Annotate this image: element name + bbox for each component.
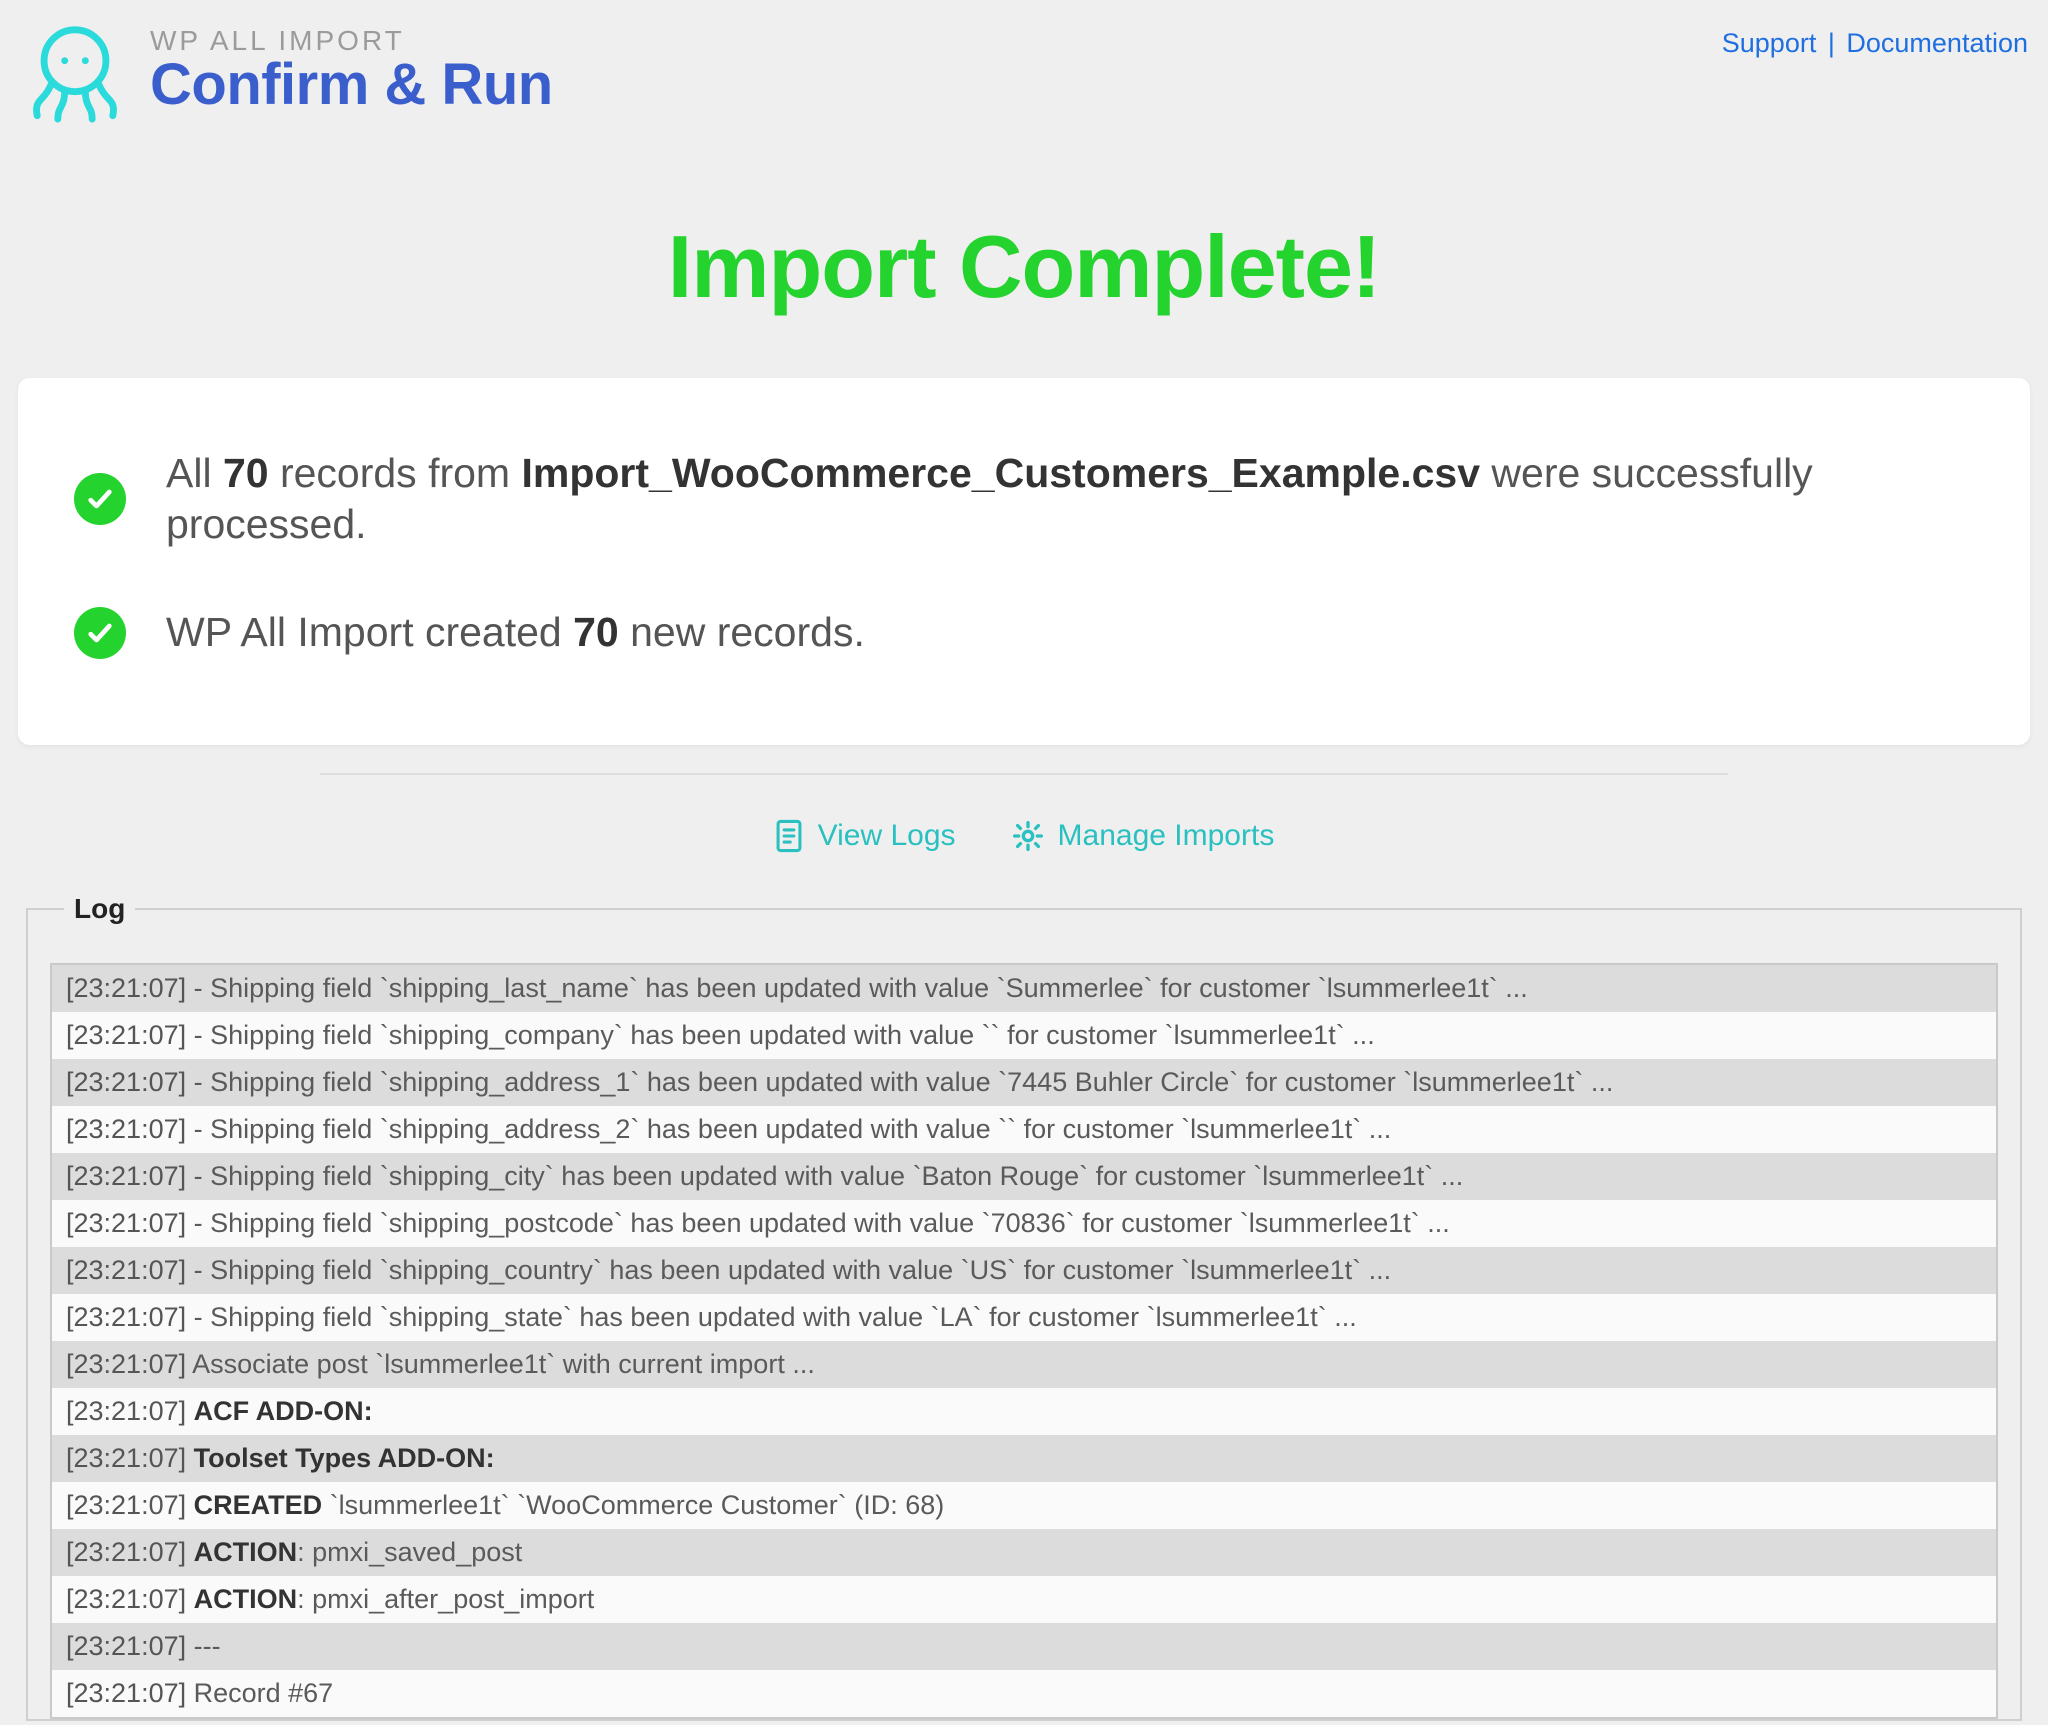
log-row: [23:21:07] - Shipping field `shipping_co… <box>52 1012 1996 1059</box>
brand-product: WP ALL IMPORT <box>150 26 553 55</box>
action-links: View Logs Manage Imports <box>0 819 2048 853</box>
page-title: Confirm & Run <box>150 55 553 116</box>
summary-processed: All 70 records from Import_WooCommerce_C… <box>74 448 1974 551</box>
divider <box>320 773 1728 775</box>
summary-created-text: WP All Import created 70 new records. <box>166 607 865 658</box>
log-row: [23:21:07] Associate post `lsummerlee1t`… <box>52 1341 1996 1388</box>
view-logs-label: View Logs <box>818 819 956 853</box>
summary-processed-text: All 70 records from Import_WooCommerce_C… <box>166 448 1974 551</box>
manage-imports-label: Manage Imports <box>1058 819 1275 853</box>
header-links: Support | Documentation <box>1722 16 2028 59</box>
log-row: [23:21:07] CREATED `lsummerlee1t` `WooCo… <box>52 1482 1996 1529</box>
summary-card: All 70 records from Import_WooCommerce_C… <box>18 378 2030 745</box>
separator: | <box>1828 28 1835 58</box>
log-row: [23:21:07] - Shipping field `shipping_ci… <box>52 1153 1996 1200</box>
gear-icon <box>1012 820 1044 852</box>
log-row: [23:21:07] - Shipping field `shipping_la… <box>52 965 1996 1012</box>
log-row: [23:21:07] - Shipping field `shipping_co… <box>52 1247 1996 1294</box>
log-table[interactable]: [23:21:07] - Shipping field `shipping_la… <box>50 963 1998 1719</box>
log-row: [23:21:07] - Shipping field `shipping_ad… <box>52 1106 1996 1153</box>
log-row: [23:21:07] --- <box>52 1623 1996 1670</box>
log-row: [23:21:07] - Shipping field `shipping_st… <box>52 1294 1996 1341</box>
check-icon <box>74 607 126 659</box>
brand: WP ALL IMPORT Confirm & Run <box>20 16 553 126</box>
log-legend: Log <box>64 893 135 925</box>
import-complete-heading: Import Complete! <box>0 216 2048 318</box>
log-row: [23:21:07] Record #67 <box>52 1670 1996 1717</box>
manage-imports-link[interactable]: Manage Imports <box>1012 819 1275 853</box>
log-row: [23:21:07] Toolset Types ADD-ON: <box>52 1435 1996 1482</box>
check-icon <box>74 473 126 525</box>
summary-created: WP All Import created 70 new records. <box>74 607 1974 659</box>
log-row: [23:21:07] ACTION: pmxi_after_post_impor… <box>52 1576 1996 1623</box>
support-link[interactable]: Support <box>1722 28 1817 58</box>
log-icon <box>774 819 804 853</box>
documentation-link[interactable]: Documentation <box>1846 28 2028 58</box>
log-row: [23:21:07] - Shipping field `shipping_po… <box>52 1200 1996 1247</box>
log-panel: Log [23:21:07] - Shipping field `shippin… <box>26 893 2022 1721</box>
log-row: [23:21:07] ACTION: pmxi_saved_post <box>52 1529 1996 1576</box>
header: WP ALL IMPORT Confirm & Run Support | Do… <box>0 0 2048 126</box>
octopus-logo-icon <box>20 16 130 126</box>
log-row: [23:21:07] - Shipping field `shipping_ad… <box>52 1059 1996 1106</box>
log-row: [23:21:07] ACF ADD-ON: <box>52 1388 1996 1435</box>
view-logs-link[interactable]: View Logs <box>774 819 956 853</box>
